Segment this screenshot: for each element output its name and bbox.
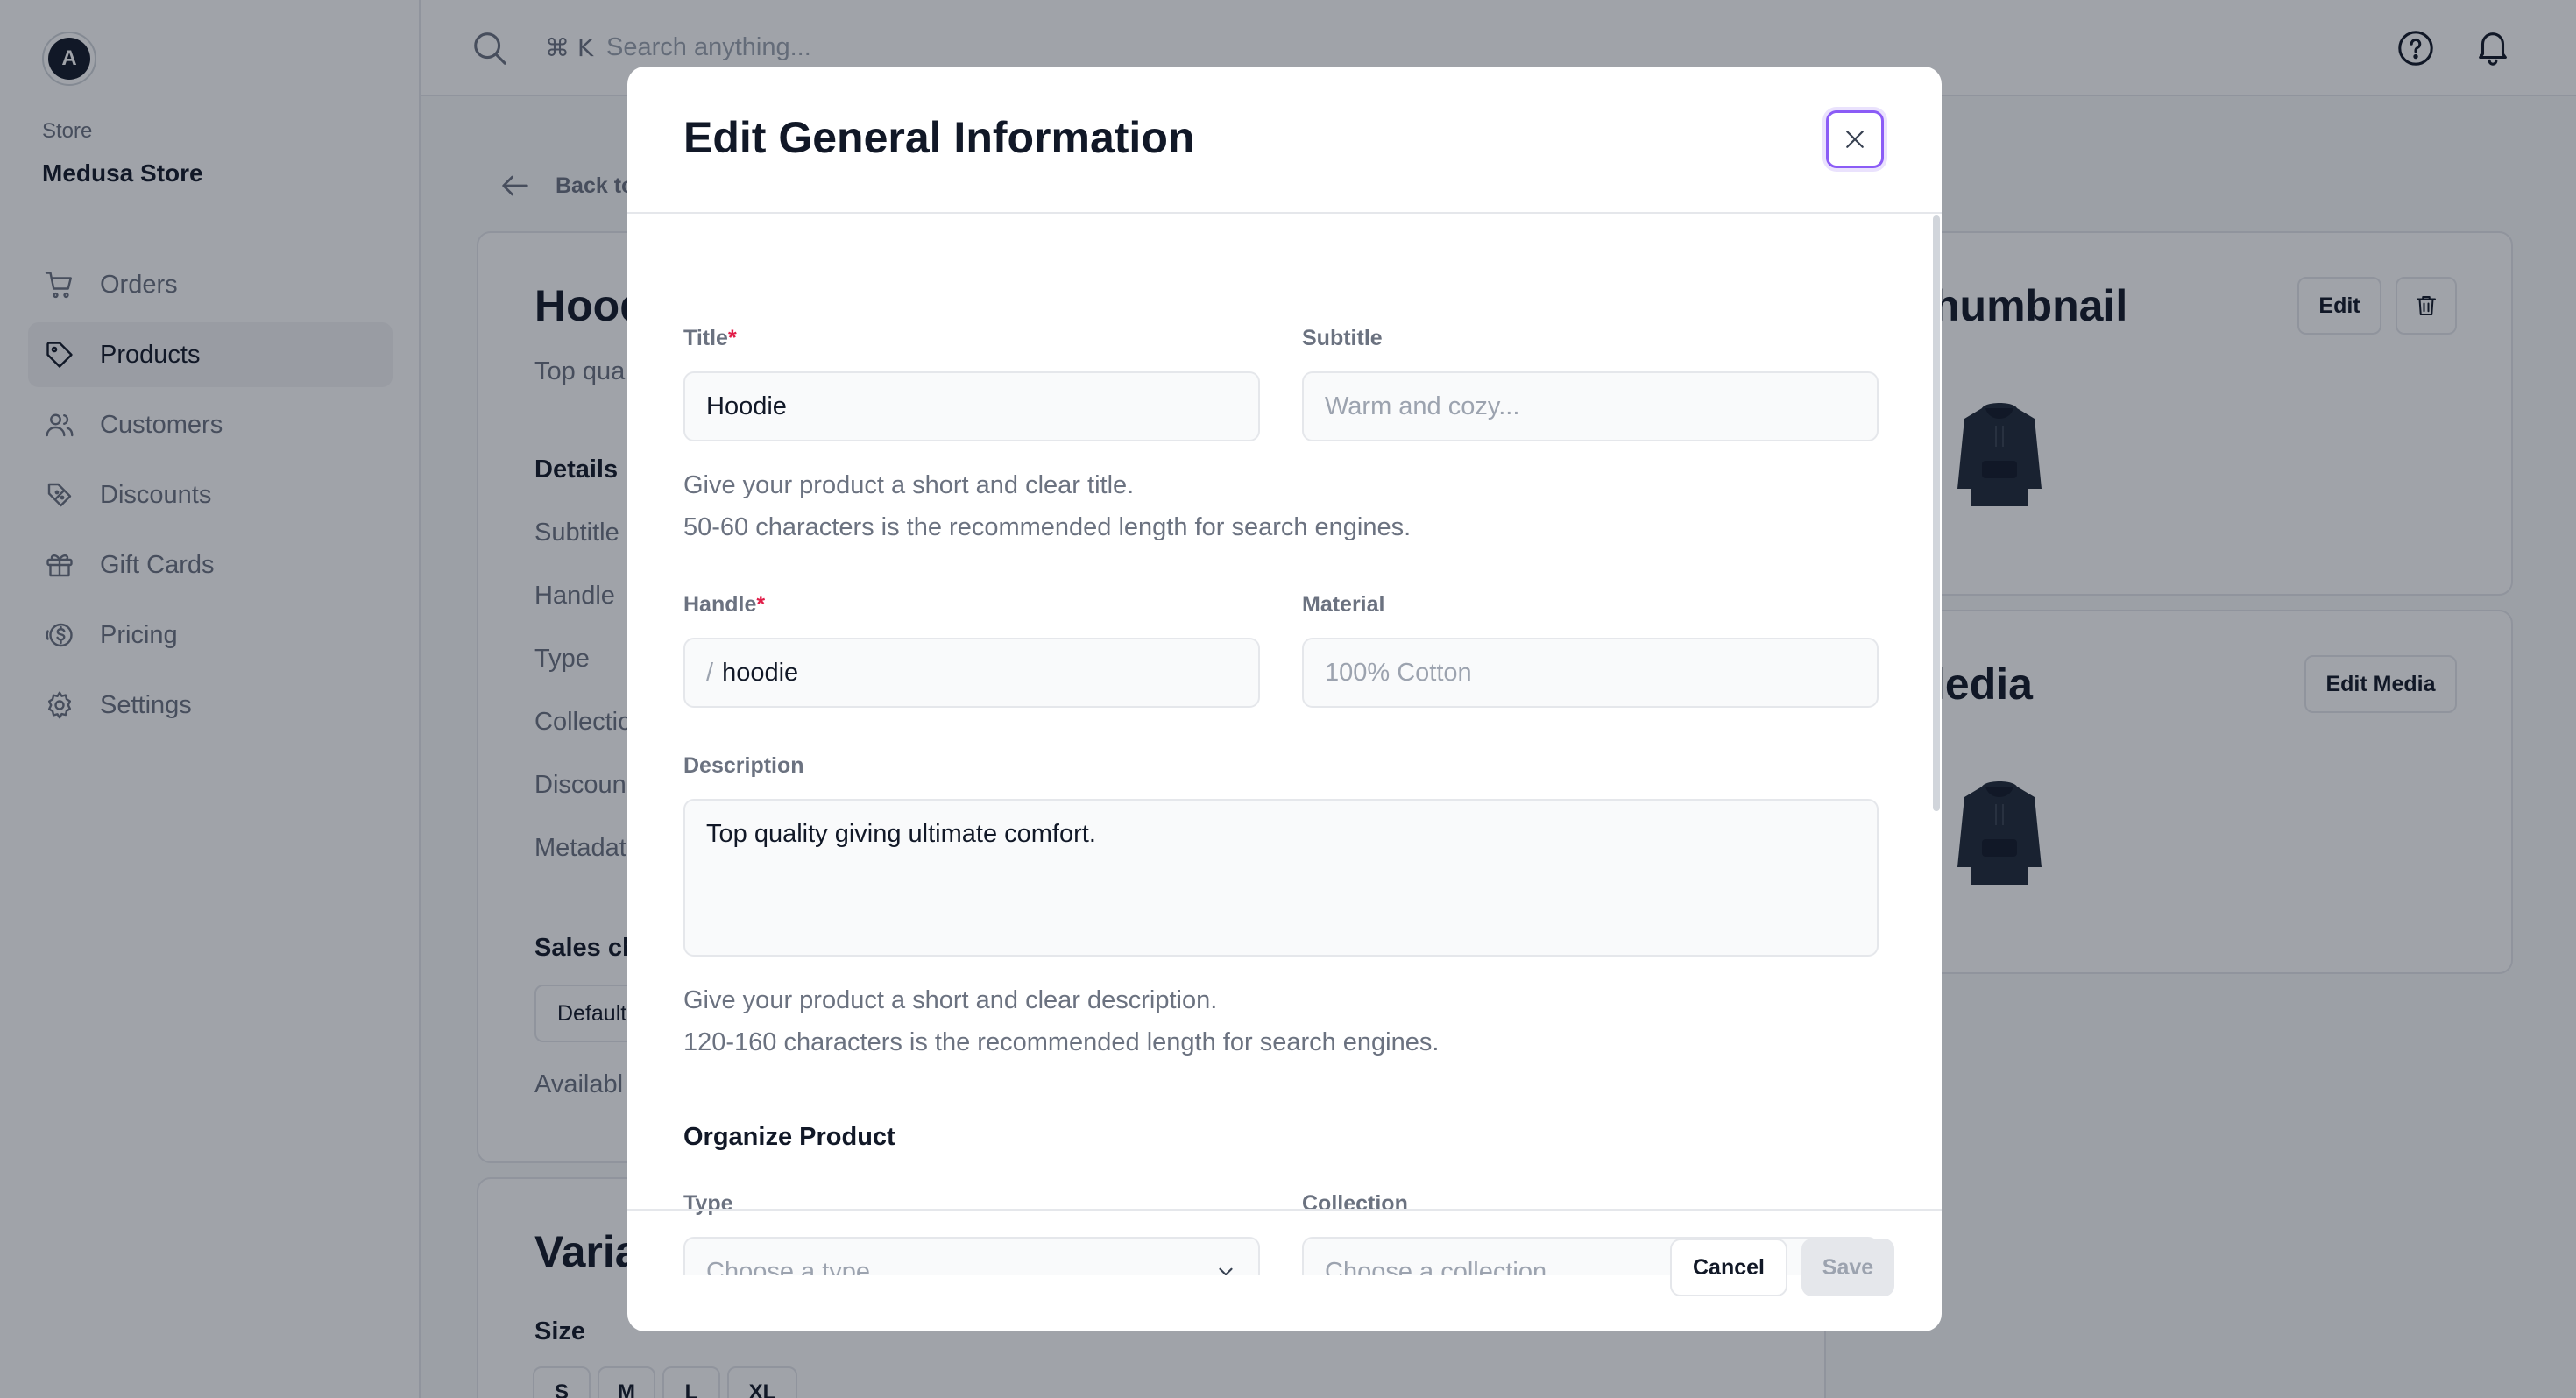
close-icon xyxy=(1846,131,1864,148)
title-label: Title* xyxy=(683,326,737,350)
description-help-text-1: Give your product a short and clear desc… xyxy=(683,986,1218,1014)
collection-select-placeholder: Choose a collection xyxy=(1325,1257,1547,1276)
required-mark: * xyxy=(727,326,737,350)
description-textarea[interactable]: Top quality giving ultimate comfort. xyxy=(683,799,1879,957)
material-input[interactable] xyxy=(1325,639,1856,706)
modal-header: Edit General Information xyxy=(627,67,1942,214)
subtitle-field[interactable] xyxy=(1302,371,1879,441)
modal-scrollbar[interactable] xyxy=(1933,215,1940,811)
collection-label: Collection xyxy=(1302,1191,1408,1216)
title-help-text-1: Give your product a short and clear titl… xyxy=(683,471,1135,499)
material-label: Material xyxy=(1302,592,1385,617)
description-help-text-2: 120-160 characters is the recommended le… xyxy=(683,1028,1440,1056)
organize-product-heading: Organize Product xyxy=(683,1123,895,1151)
modal-title: Edit General Information xyxy=(683,113,1195,162)
cancel-button[interactable]: Cancel xyxy=(1670,1239,1787,1296)
description-label: Description xyxy=(683,753,804,778)
handle-label: Handle* xyxy=(683,592,766,617)
handle-input[interactable] xyxy=(722,639,1237,706)
subtitle-input[interactable] xyxy=(1325,373,1856,440)
type-label: Type xyxy=(683,1191,733,1216)
save-button[interactable]: Save xyxy=(1801,1239,1894,1296)
type-select-placeholder: Choose a type xyxy=(706,1257,871,1276)
material-field[interactable] xyxy=(1302,638,1879,708)
subtitle-label: Subtitle xyxy=(1302,326,1383,350)
title-help-text-2: 50-60 characters is the recommended leng… xyxy=(683,513,1412,541)
handle-prefix: / xyxy=(706,658,714,687)
edit-general-info-modal: Edit General Information Title* Subtitle… xyxy=(627,67,1942,1331)
required-mark: * xyxy=(756,592,766,617)
handle-field[interactable]: / xyxy=(683,638,1260,708)
title-input[interactable] xyxy=(706,373,1237,440)
modal-body: Title* Subtitle Give your product a shor… xyxy=(627,214,1942,1275)
chevron-down-icon xyxy=(1219,1267,1233,1275)
collection-select[interactable]: Choose a collection xyxy=(1302,1237,1879,1275)
title-field[interactable] xyxy=(683,371,1260,441)
footer-divider xyxy=(627,1209,1942,1211)
type-select[interactable]: Choose a type xyxy=(683,1237,1260,1275)
close-button[interactable] xyxy=(1826,110,1884,168)
